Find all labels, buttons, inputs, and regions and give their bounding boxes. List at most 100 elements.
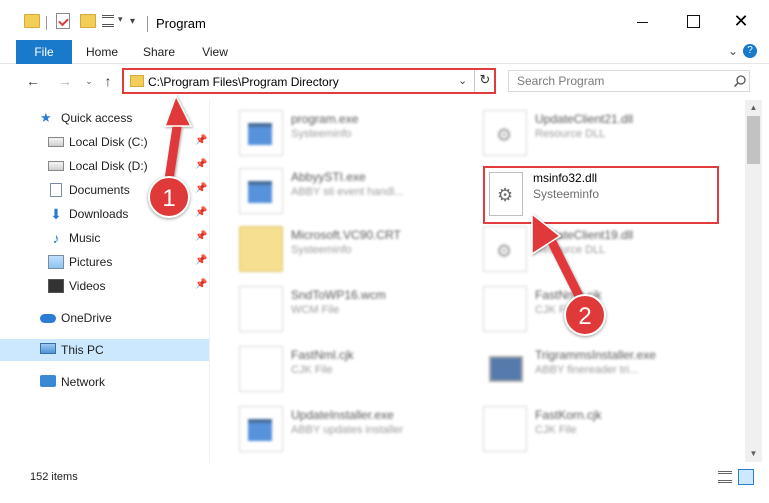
window-bottom-edge: [0, 488, 769, 503]
file-item[interactable]: UpdateClient21.dll Resource DLL: [483, 108, 723, 166]
file-type: CJK File: [291, 364, 333, 376]
help-icon[interactable]: ?: [743, 44, 757, 58]
file-name: msinfo32.dll: [533, 171, 598, 185]
file-name: UpdateClient19.dll: [535, 228, 634, 242]
file-item[interactable]: UpdateInstaller.exe ABBY updates install…: [239, 404, 479, 462]
item-count: 152 items: [30, 471, 78, 483]
sidebar-item-label: Music: [69, 231, 101, 245]
scrollbar-thumb[interactable]: [747, 116, 760, 164]
tab-home[interactable]: Home: [82, 40, 122, 64]
sidebar-item-label: Downloads: [69, 207, 129, 221]
file-item[interactable]: program.exe Systeeminfo: [239, 108, 479, 166]
file-name: UpdateInstaller.exe: [291, 408, 394, 422]
customize-toolbar-icon[interactable]: ▾: [130, 16, 135, 34]
properties-icon[interactable]: [56, 13, 70, 29]
chevron-down-icon[interactable]: ⌄: [458, 74, 467, 87]
file-type: Resource DLL: [535, 128, 606, 140]
scroll-down-icon[interactable]: ▼: [745, 446, 762, 462]
folder-icon: [24, 14, 40, 28]
navigation-bar: ← → ⌄ ↑ C:\Program Files\Program Directo…: [0, 64, 769, 100]
executable-icon: [239, 110, 283, 156]
sidebar-item-label: Quick access: [61, 111, 133, 125]
minimize-button[interactable]: [632, 10, 654, 32]
folder-icon: [239, 226, 283, 272]
file-name: TrigrammsInstaller.exe: [535, 348, 656, 362]
refresh-icon[interactable]: ↻: [477, 72, 493, 88]
gear-file-icon: [483, 226, 527, 272]
sidebar-item-videos[interactable]: Videos 📌: [0, 275, 209, 297]
pin-icon[interactable]: 📌: [195, 231, 207, 242]
pin-icon[interactable]: 📌: [195, 279, 207, 290]
sidebar-item-this-pc[interactable]: This PC: [0, 339, 209, 361]
tab-view[interactable]: View: [196, 40, 234, 64]
divider: [474, 70, 475, 92]
maximize-button[interactable]: [682, 10, 704, 32]
back-arrow-icon[interactable]: ←: [24, 72, 42, 90]
title-bar: ▾ ▾ Program ✕: [0, 0, 769, 40]
tab-file[interactable]: File: [16, 40, 72, 64]
sidebar-item-local-disk-d[interactable]: Local Disk (D:) 📌: [0, 155, 209, 177]
file-item-highlighted[interactable]: msinfo32.dll Systeeminfo: [483, 166, 719, 224]
up-arrow-icon[interactable]: ↑: [99, 72, 117, 90]
file-item[interactable]: Microsoft.VC90.CRT Systeeminfo: [239, 224, 479, 282]
documents-icon: [50, 183, 62, 197]
expand-ribbon-icon[interactable]: ⌄: [728, 44, 738, 58]
view-icon[interactable]: [102, 15, 114, 27]
sidebar-item-local-disk-c[interactable]: Local Disk (C:) 📌: [0, 131, 209, 153]
file-name: FastKorn.cjk: [535, 408, 602, 422]
sidebar-item-label: This PC: [61, 343, 104, 357]
pin-icon[interactable]: 📌: [195, 183, 207, 194]
close-button[interactable]: ✕: [730, 10, 752, 32]
details-view-icon[interactable]: [718, 471, 732, 483]
file-type: Systeeminfo: [533, 187, 600, 201]
file-item[interactable]: FastKorn.cjk CJK File: [483, 404, 723, 462]
sidebar-item-label: Documents: [69, 183, 130, 197]
sidebar-item-quick-access[interactable]: ★ Quick access: [0, 107, 209, 129]
file-name: program.exe: [291, 112, 359, 126]
sidebar-item-label: Videos: [69, 279, 106, 293]
pin-icon[interactable]: 📌: [195, 159, 207, 170]
executable-icon: [239, 168, 283, 214]
computer-icon: [40, 343, 56, 354]
search-icon[interactable]: [733, 74, 747, 88]
search-input[interactable]: [509, 71, 729, 91]
sidebar-item-pictures[interactable]: Pictures 📌: [0, 251, 209, 273]
address-bar[interactable]: C:\Program Files\Program Directory ⌄ ↻: [122, 68, 496, 94]
chevron-down-icon[interactable]: ▾: [118, 14, 123, 32]
document-icon: [239, 346, 283, 392]
divider: [147, 16, 148, 32]
file-item[interactable]: UpdateClient19.dll Resource DLL: [483, 224, 723, 282]
sidebar-item-onedrive[interactable]: OneDrive: [0, 307, 209, 329]
network-icon: [40, 375, 56, 387]
file-item[interactable]: SndToWP16.wcm WCM File: [239, 284, 479, 342]
file-type: CJK File: [535, 424, 577, 436]
new-folder-icon[interactable]: [80, 14, 96, 28]
videos-icon: [48, 279, 64, 293]
address-path[interactable]: C:\Program Files\Program Directory: [148, 75, 339, 89]
gear-file-icon: [483, 110, 527, 156]
pin-icon[interactable]: 📌: [195, 135, 207, 146]
executable-icon: [239, 406, 283, 452]
sidebar-item-network[interactable]: Network: [0, 371, 209, 393]
status-bar: 152 items: [0, 466, 769, 488]
search-box[interactable]: [508, 70, 750, 92]
installer-icon: [483, 346, 527, 392]
file-type: Systeeminfo: [291, 128, 352, 140]
recent-locations-icon[interactable]: ⌄: [80, 72, 98, 90]
large-icons-view-icon[interactable]: [738, 469, 754, 485]
file-item[interactable]: FastNml.cjk CJK File: [239, 344, 479, 402]
file-type: ABBY finereader tri...: [535, 364, 639, 376]
file-type: Resource DLL: [535, 244, 606, 256]
sidebar-item-music[interactable]: ♪ Music 📌: [0, 227, 209, 249]
file-name: UpdateClient21.dll: [535, 112, 634, 126]
pin-icon[interactable]: 📌: [195, 207, 207, 218]
file-item[interactable]: AbbyySTI.exe ABBY sti event handl...: [239, 166, 479, 224]
file-item[interactable]: TrigrammsInstaller.exe ABBY finereader t…: [483, 344, 723, 402]
ribbon-tabs: File Home Share View ⌄ ?: [0, 40, 769, 64]
vertical-scrollbar[interactable]: ▲ ▼: [745, 100, 762, 462]
tab-share[interactable]: Share: [138, 40, 180, 64]
scroll-up-icon[interactable]: ▲: [745, 100, 762, 116]
forward-arrow-icon[interactable]: →: [56, 72, 74, 90]
pin-icon[interactable]: 📌: [195, 255, 207, 266]
file-name: AbbyySTI.exe: [291, 170, 366, 184]
